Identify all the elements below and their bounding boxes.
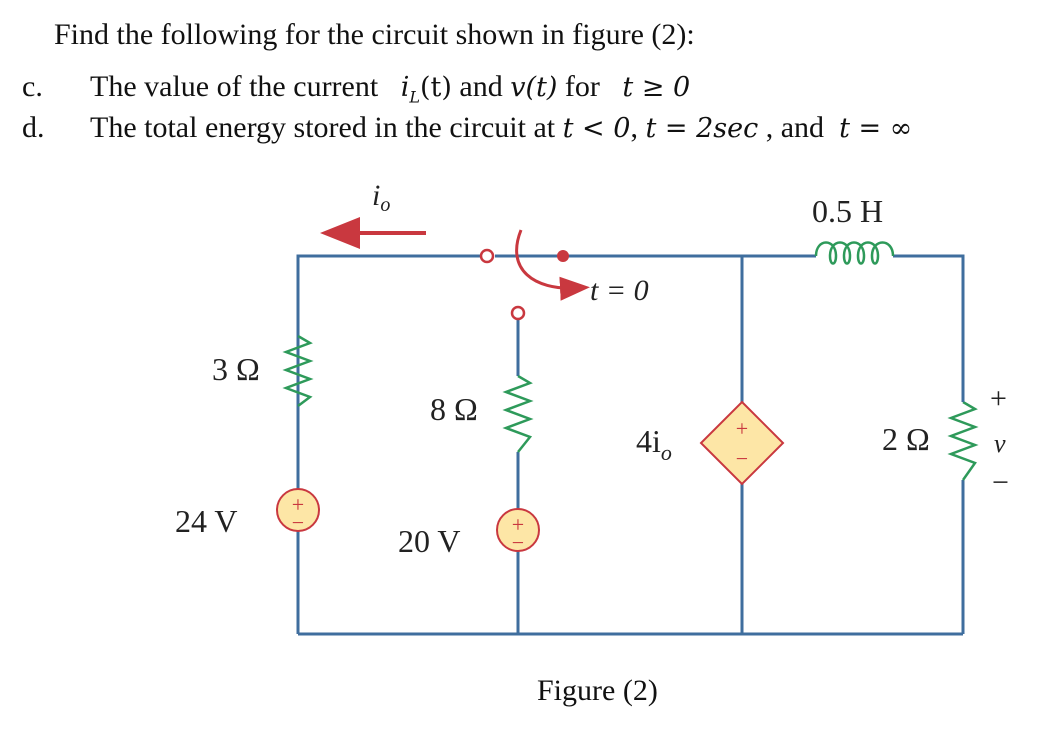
v-label: v bbox=[994, 429, 1006, 458]
figure-caption: Figure (2) bbox=[537, 674, 658, 707]
v-minus-sign: − bbox=[992, 466, 1009, 499]
voltage-source-24v: + − bbox=[276, 488, 320, 535]
wire-top-right bbox=[893, 254, 965, 356]
voltage-source-20v: + − bbox=[496, 508, 540, 555]
switch-terminal-right bbox=[557, 250, 569, 262]
current-label: io bbox=[372, 179, 390, 216]
resistor-2ohm-label: 2 Ω bbox=[882, 421, 930, 457]
v-plus-sign: + bbox=[990, 382, 1007, 415]
svg-text:−: − bbox=[512, 530, 524, 555]
dependent-source-label: 4io bbox=[636, 423, 672, 465]
resistor-8ohm-label: 8 Ω bbox=[430, 391, 478, 427]
resistor-3ohm-label: 3 Ω bbox=[212, 351, 260, 387]
resistor-2ohm bbox=[947, 400, 979, 481]
circuit-diagram: io t = 0 0.5 H 3 Ω 8 Ω 2 Ω + v − + − 24 … bbox=[175, 179, 1009, 707]
svg-text:−: − bbox=[292, 510, 304, 535]
inductor-label: 0.5 H bbox=[812, 193, 883, 229]
switch-terminal-bottom bbox=[510, 305, 526, 321]
resistor-8ohm bbox=[502, 374, 534, 453]
svg-text:−: − bbox=[736, 446, 748, 471]
switch-terminal-left bbox=[479, 248, 495, 264]
inductor bbox=[814, 241, 895, 265]
dependent-voltage-source: + − bbox=[699, 400, 785, 486]
svg-text:+: + bbox=[736, 416, 748, 441]
voltage-source-24v-label: 24 V bbox=[175, 503, 238, 539]
wire-top-left bbox=[296, 254, 482, 510]
switch-time-label: t = 0 bbox=[590, 274, 649, 307]
wires bbox=[296, 254, 965, 636]
switch[interactable] bbox=[479, 229, 590, 321]
voltage-source-20v-label: 20 V bbox=[398, 523, 461, 559]
